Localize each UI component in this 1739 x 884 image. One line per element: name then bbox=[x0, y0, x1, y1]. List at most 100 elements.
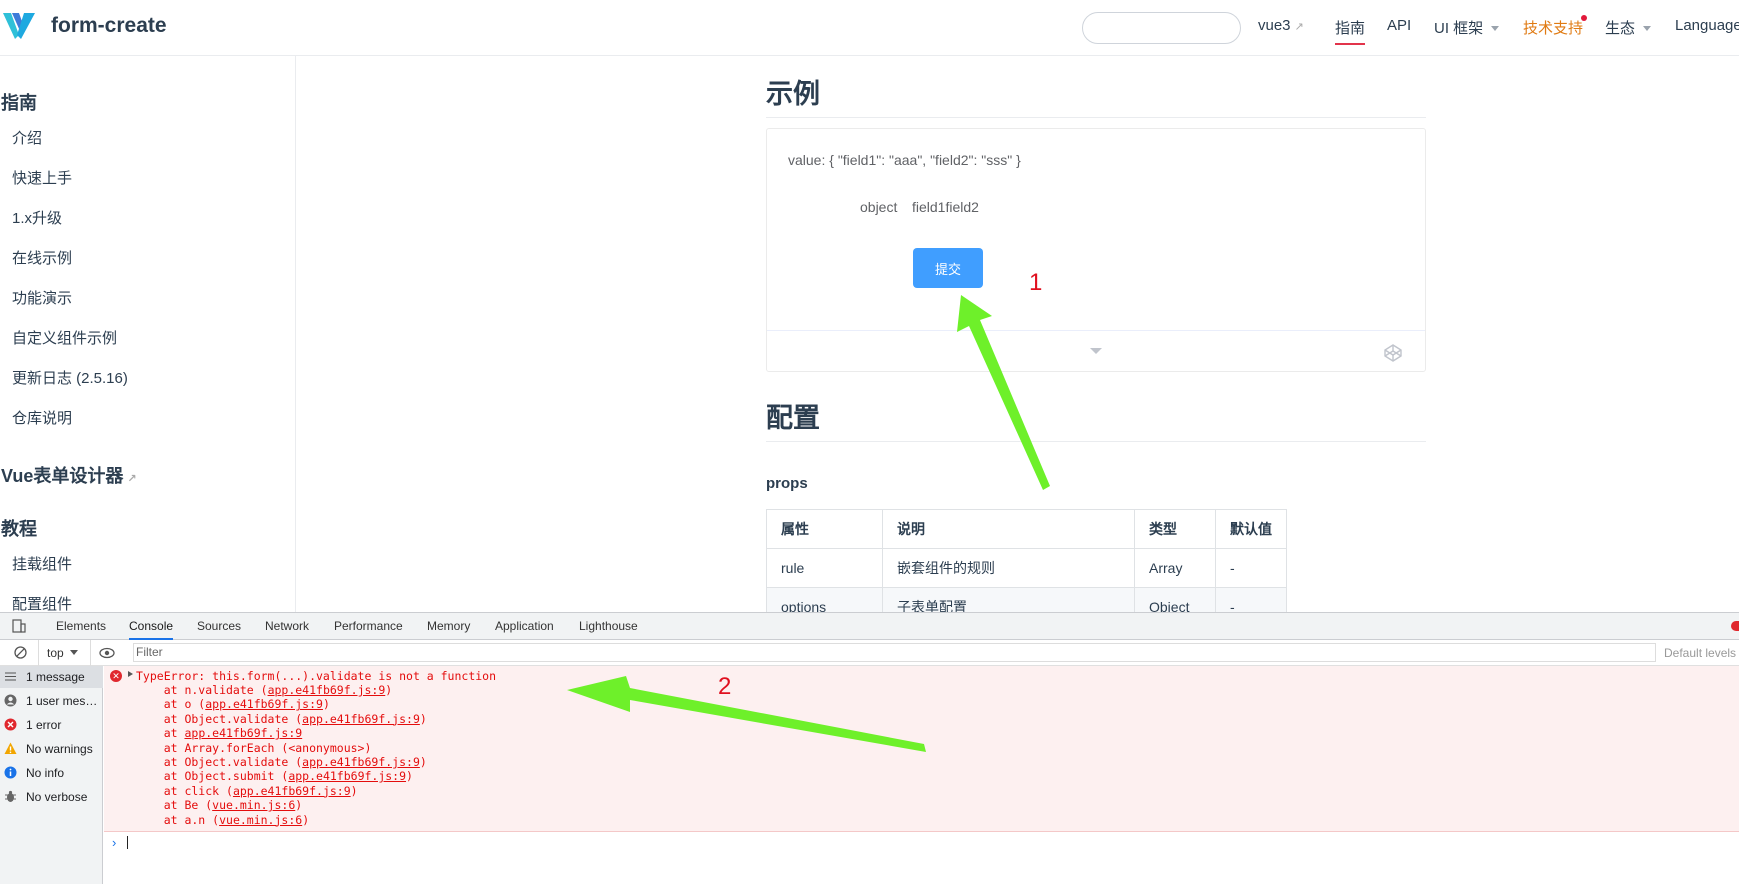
sidebar-item-changelog[interactable]: 更新日志 (2.5.16) bbox=[12, 367, 128, 388]
top-navbar: form-create vue3 ↗ 指南 API UI 框架 技术支持 生态 L… bbox=[0, 0, 1739, 56]
submit-button[interactable]: 提交 bbox=[913, 248, 983, 288]
chevron-down-icon bbox=[1491, 26, 1500, 31]
log-levels-dropdown[interactable]: Default levels bbox=[1664, 646, 1736, 660]
error-message-text[interactable]: TypeError: this.form(...).validate is no… bbox=[136, 669, 496, 683]
sidebar-group-tutorial[interactable]: 教程 bbox=[1, 515, 37, 541]
stack-trace-line: at a.n (vue.min.js:6) bbox=[136, 813, 309, 827]
user-icon bbox=[4, 694, 17, 707]
search-input[interactable] bbox=[1082, 12, 1241, 44]
nav-guide[interactable]: 指南 bbox=[1335, 17, 1366, 45]
tab-elements[interactable]: Elements bbox=[56, 619, 106, 633]
info-icon bbox=[4, 766, 17, 779]
stack-trace-line: at app.e41fb69f.js:9 bbox=[136, 726, 302, 740]
stack-trace-text: at a.n ( bbox=[136, 812, 220, 827]
sidebar-user-messages-label: 1 user mes… bbox=[26, 694, 98, 708]
sidebar-user-messages[interactable]: 1 user mes… bbox=[0, 690, 103, 712]
nav-ui-framework[interactable]: UI 框架 bbox=[1434, 17, 1500, 38]
sidebar-messages[interactable]: 1 message bbox=[0, 666, 103, 688]
sidebar-verbose[interactable]: No verbose bbox=[0, 786, 103, 808]
table-header: 说明 bbox=[882, 509, 1135, 549]
stack-trace-link[interactable]: app.e41fb69f.js:9 bbox=[302, 712, 420, 726]
devtools-panel: Elements Console Sources Network Perform… bbox=[0, 612, 1739, 884]
annotation-number-2: 2 bbox=[718, 673, 732, 700]
nav-ecosystem[interactable]: 生态 bbox=[1605, 17, 1652, 38]
sidebar-item-mount[interactable]: 挂载组件 bbox=[12, 553, 72, 574]
nav-vue3-label: vue3 bbox=[1258, 17, 1291, 34]
stack-trace-line: at Object.validate (app.e41fb69f.js:9) bbox=[136, 755, 427, 769]
clear-console-icon[interactable] bbox=[14, 646, 27, 659]
sidebar-warnings[interactable]: No warnings bbox=[0, 738, 103, 760]
nav-vue3[interactable]: vue3 ↗ bbox=[1258, 17, 1304, 34]
stack-trace-text: ) bbox=[322, 697, 330, 712]
tab-application[interactable]: Application bbox=[495, 619, 554, 633]
sidebar-warnings-label: No warnings bbox=[26, 742, 93, 756]
sidebar-item-upgrade[interactable]: 1.x升级 bbox=[12, 207, 62, 228]
toolbar-divider bbox=[38, 640, 39, 666]
sidebar-group-guide[interactable]: 指南 bbox=[1, 89, 37, 115]
stack-trace-line: at n.validate (app.e41fb69f.js:9) bbox=[136, 683, 393, 697]
demo-footer[interactable] bbox=[767, 330, 1425, 371]
brand-title[interactable]: form-create bbox=[51, 14, 167, 38]
table-cell: - bbox=[1215, 548, 1287, 588]
table-cell: Array bbox=[1134, 548, 1216, 588]
expand-triangle-icon[interactable] bbox=[128, 671, 133, 677]
sidebar-item-quickstart[interactable]: 快速上手 bbox=[12, 167, 72, 188]
stack-trace-link[interactable]: app.e41fb69f.js:9 bbox=[288, 769, 406, 783]
stack-trace-text: ) bbox=[302, 812, 310, 827]
console-error-message: ✕ TypeError: this.form(...).validate is … bbox=[104, 666, 1739, 832]
sidebar-item-config[interactable]: 配置组件 bbox=[12, 593, 72, 612]
tab-sources[interactable]: Sources bbox=[197, 619, 241, 633]
sidebar-group-designer[interactable]: Vue表单设计器 ↗ bbox=[1, 462, 137, 488]
sidebar-item-repo[interactable]: 仓库说明 bbox=[12, 407, 72, 428]
sidebar-verbose-label: No verbose bbox=[26, 790, 88, 804]
tab-memory[interactable]: Memory bbox=[427, 619, 470, 633]
sidebar-errors[interactable]: 1 error bbox=[0, 714, 103, 736]
tab-console[interactable]: Console bbox=[129, 619, 174, 640]
error-icon: ✕ bbox=[110, 670, 122, 682]
sidebar-item-online-example[interactable]: 在线示例 bbox=[12, 247, 72, 268]
sidebar-item-custom-component[interactable]: 自定义组件示例 bbox=[12, 327, 117, 348]
notification-dot bbox=[1581, 15, 1587, 21]
stack-trace-link[interactable]: app.e41fb69f.js:9 bbox=[268, 683, 386, 697]
eye-icon[interactable] bbox=[99, 647, 115, 659]
nav-language[interactable]: Language bbox=[1675, 17, 1739, 34]
tab-network[interactable]: Network bbox=[265, 619, 309, 633]
stack-trace-text: ) bbox=[295, 798, 303, 813]
device-toggle-icon[interactable] bbox=[12, 619, 26, 633]
nav-tech-support[interactable]: 技术支持 bbox=[1523, 17, 1583, 38]
nav-api[interactable]: API bbox=[1387, 17, 1411, 34]
stack-trace-link[interactable]: app.e41fb69f.js:9 bbox=[233, 784, 351, 798]
codepen-icon[interactable] bbox=[1383, 343, 1403, 363]
context-selector[interactable]: top bbox=[47, 646, 78, 660]
expand-code-icon[interactable] bbox=[1090, 348, 1102, 354]
stack-trace-line: at o (app.e41fb69f.js:9) bbox=[136, 697, 330, 711]
context-label: top bbox=[47, 646, 64, 660]
stack-trace-link[interactable]: app.e41fb69f.js:9 bbox=[302, 755, 420, 769]
stack-trace-link[interactable]: app.e41fb69f.js:9 bbox=[205, 697, 323, 711]
table-cell: 嵌套组件的规则 bbox=[882, 548, 1135, 588]
stack-trace-link[interactable]: vue.min.js:6 bbox=[212, 798, 295, 812]
stack-trace-link[interactable]: vue.min.js:6 bbox=[219, 813, 302, 827]
sidebar-item-intro[interactable]: 介绍 bbox=[12, 127, 42, 148]
stack-trace-text: at Object.validate ( bbox=[136, 711, 303, 726]
external-link-icon: ↗ bbox=[127, 473, 137, 485]
table-header-row: 属性 说明 类型 默认值 bbox=[766, 509, 1287, 549]
error-count-icon[interactable] bbox=[1731, 621, 1739, 631]
sidebar-item-feature-demo[interactable]: 功能演示 bbox=[12, 287, 72, 308]
nav-ui-label: UI 框架 bbox=[1434, 20, 1484, 37]
stack-trace-line: at click (app.e41fb69f.js:9) bbox=[136, 784, 358, 798]
console-input-cursor[interactable] bbox=[127, 836, 128, 849]
stack-trace-text: ) bbox=[385, 683, 393, 697]
sidebar-messages-label: 1 message bbox=[26, 670, 85, 684]
tab-lighthouse[interactable]: Lighthouse bbox=[579, 619, 638, 633]
demo-value-text: value: { "field1": "aaa", "field2": "sss… bbox=[788, 152, 1021, 168]
tab-performance[interactable]: Performance bbox=[334, 619, 403, 633]
console-filter-input[interactable]: Filter bbox=[133, 643, 1656, 662]
stack-trace-link[interactable]: app.e41fb69f.js:9 bbox=[184, 726, 302, 740]
console-prompt-icon: › bbox=[112, 835, 117, 850]
form-create-logo[interactable] bbox=[2, 11, 36, 41]
props-table: 属性 说明 类型 默认值 rule 嵌套组件的规则 Array - option… bbox=[766, 509, 1287, 627]
sidebar-info[interactable]: No info bbox=[0, 762, 103, 784]
error-icon bbox=[4, 718, 17, 731]
table-cell: rule bbox=[766, 548, 883, 588]
